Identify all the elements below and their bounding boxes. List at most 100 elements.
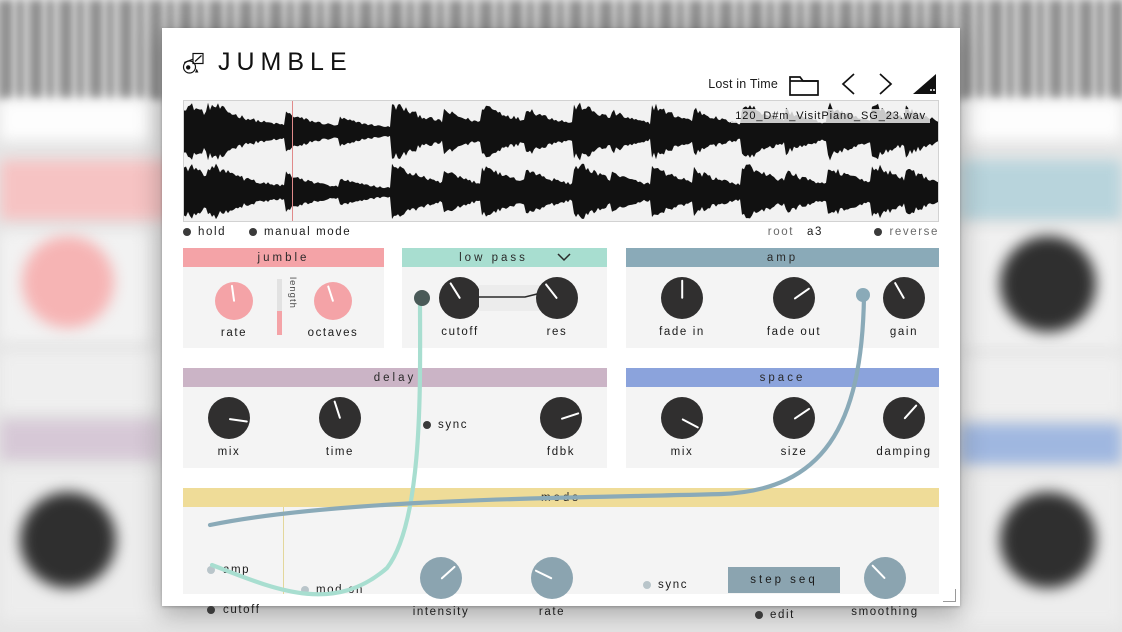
knob-fade-in-label: fade in: [659, 326, 705, 338]
brand-logo: JUMBLE: [182, 50, 353, 75]
hold-label: hold: [198, 226, 227, 238]
knob-fade-out-label: fade out: [766, 326, 822, 338]
panel-jumble-body: rate length octaves: [183, 267, 384, 348]
knob-fade-in[interactable]: fade in: [632, 277, 732, 338]
panel-low-pass-body: cutoff res: [402, 267, 607, 348]
step-seq-edit-toggle[interactable]: edit: [755, 609, 795, 621]
knob-space-size[interactable]: size: [744, 397, 844, 458]
reverse-toggle[interactable]: reverse: [874, 226, 939, 238]
resize-triangle-icon[interactable]: [912, 72, 938, 96]
knob-mods-smoothing[interactable]: smoothing: [835, 557, 935, 618]
chevron-right-icon[interactable]: [876, 71, 894, 97]
reverse-label: reverse: [889, 226, 939, 238]
knob-delay-fdbk-label: fdbk: [546, 446, 576, 458]
knob-res[interactable]: res: [517, 277, 597, 338]
delay-sync-indicator: [423, 421, 431, 429]
manual-mode-label: manual mode: [264, 226, 352, 238]
preset-name[interactable]: Lost in Time: [708, 77, 778, 91]
panel-delay-header: delay: [183, 368, 607, 387]
knob-fade-out[interactable]: fade out: [744, 277, 844, 338]
mod-on-toggle[interactable]: mod on: [301, 584, 364, 596]
reverse-indicator: [874, 228, 883, 236]
knob-jumble-octaves[interactable]: octaves: [293, 282, 373, 339]
panel-mods-header: mods: [183, 488, 939, 507]
cutoff-mod-node[interactable]: [414, 290, 430, 306]
knob-pointer: [893, 281, 905, 300]
panel-mods: mods amp cutoff mod on intensity rate sy…: [183, 488, 939, 621]
knob-space-size-label: size: [780, 446, 808, 458]
knob-space-mix[interactable]: mix: [632, 397, 732, 458]
jumble-length-slider[interactable]: [277, 279, 282, 335]
knob-jumble-rate-label: rate: [220, 327, 248, 339]
panel-delay-body: mix time sync fdbk: [183, 387, 607, 468]
delay-sync-toggle[interactable]: sync: [423, 419, 468, 431]
app-title: JUMBLE: [218, 48, 353, 76]
mod-source-cutoff[interactable]: cutoff: [207, 604, 261, 616]
hold-toggle[interactable]: hold: [183, 226, 226, 238]
knob-pointer: [560, 412, 580, 420]
panel-amp-body: fade in fade out gain: [626, 267, 939, 348]
panel-jumble-header: jumble: [183, 248, 384, 267]
knob-mods-rate[interactable]: rate: [502, 557, 602, 618]
jumble-logo-icon: [182, 51, 206, 75]
mod-on-indicator: [301, 586, 309, 594]
mod-source-cutoff-label: cutoff: [223, 604, 261, 616]
knob-pointer: [534, 569, 553, 580]
knob-delay-time[interactable]: time: [300, 397, 380, 458]
knob-pointer: [681, 418, 700, 429]
waveform-display[interactable]: 120_D#m_VisitPiano_SG_23.wav: [183, 100, 939, 222]
knob-delay-mix[interactable]: mix: [189, 397, 269, 458]
delay-sync-label: sync: [438, 419, 469, 431]
knob-res-label: res: [546, 326, 568, 338]
knob-delay-mix-label: mix: [217, 446, 241, 458]
knob-mods-intensity[interactable]: intensity: [391, 557, 491, 618]
mod-on-label: mod on: [316, 584, 364, 596]
playhead[interactable]: [292, 101, 294, 221]
panel-amp-title: amp: [766, 251, 799, 264]
knob-space-damping[interactable]: damping: [854, 397, 954, 458]
panel-amp: amp fade in fade out gain: [626, 248, 939, 348]
manual-mode-indicator: [249, 228, 257, 236]
knob-jumble-rate[interactable]: rate: [194, 282, 274, 339]
knob-pointer: [681, 279, 683, 299]
knob-mods-rate-label: rate: [538, 606, 566, 618]
knob-jumble-octaves-label: octaves: [307, 327, 359, 339]
knob-pointer: [230, 284, 235, 302]
plugin-header: JUMBLE Lost in Time: [162, 28, 960, 96]
mods-divider: [283, 507, 284, 594]
panel-space-header: space: [626, 368, 939, 387]
chevron-down-icon[interactable]: [557, 252, 571, 265]
panel-mods-body: amp cutoff mod on intensity rate sync st…: [183, 507, 939, 621]
knob-space-damping-label: damping: [876, 446, 932, 458]
step-seq-button[interactable]: step seq: [728, 567, 840, 593]
folder-icon[interactable]: [788, 71, 820, 97]
root-note-field[interactable]: root a3: [768, 226, 823, 238]
panel-low-pass-header[interactable]: low pass: [402, 248, 607, 267]
panel-jumble: jumble rate length octaves: [183, 248, 384, 348]
manual-mode-toggle[interactable]: manual mode: [249, 226, 351, 238]
transport-toolbar: hold manual mode root a3 reverse: [183, 226, 939, 248]
window-resize-handle[interactable]: [943, 589, 956, 602]
knob-pointer: [793, 287, 811, 300]
gain-mod-node[interactable]: [856, 288, 870, 302]
mods-sync-label: sync: [658, 579, 689, 591]
chevron-left-icon[interactable]: [840, 71, 858, 97]
knob-space-mix-label: mix: [670, 446, 694, 458]
panel-delay-title: delay: [373, 371, 417, 384]
knob-cutoff-label: cutoff: [441, 326, 479, 338]
knob-delay-fdbk[interactable]: fdbk: [521, 397, 601, 458]
panel-amp-header: amp: [626, 248, 939, 267]
knob-gain-label: gain: [889, 326, 919, 338]
edit-indicator: [755, 611, 763, 619]
knob-gain[interactable]: gain: [854, 277, 954, 338]
knob-pointer: [544, 283, 558, 300]
knob-pointer: [903, 403, 918, 420]
knob-pointer: [440, 565, 456, 580]
mods-sync-toggle[interactable]: sync: [643, 579, 688, 591]
panel-low-pass: low pass cutoff res: [402, 248, 607, 348]
panel-jumble-title: jumble: [257, 251, 310, 264]
mod-source-amp[interactable]: amp: [207, 564, 250, 576]
step-seq-label: step seq: [750, 574, 818, 586]
root-value: a3: [807, 226, 823, 238]
knob-pointer: [871, 564, 886, 580]
